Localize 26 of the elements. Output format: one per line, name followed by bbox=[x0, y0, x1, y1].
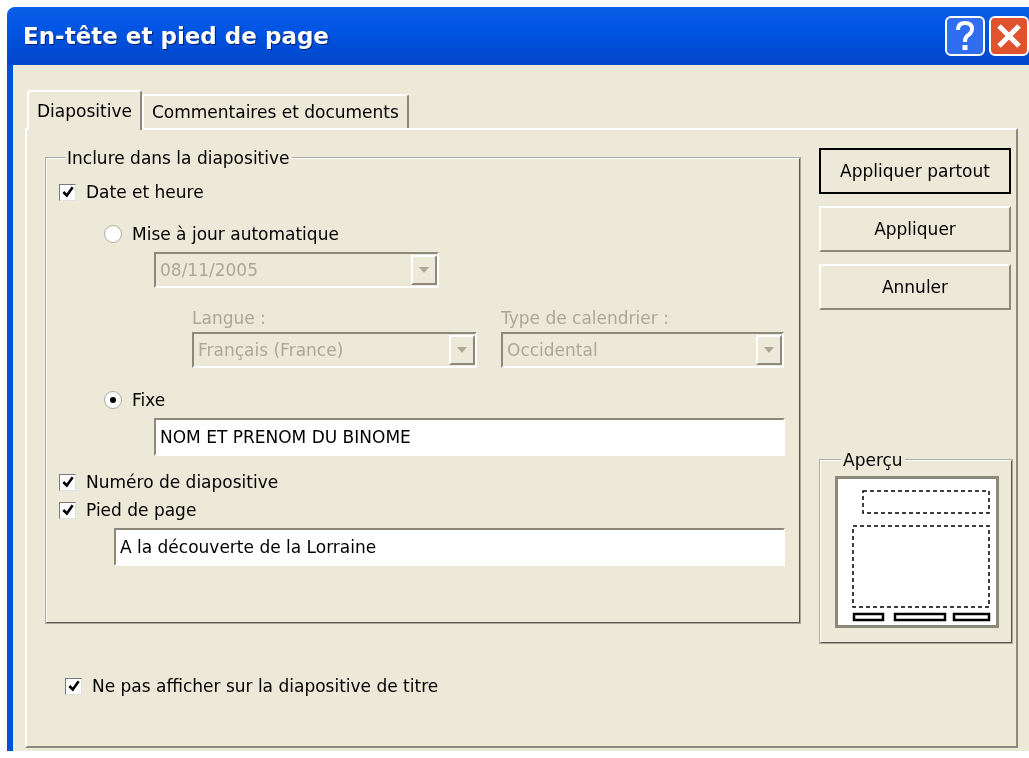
tab[interactable]: Diapositive bbox=[27, 90, 142, 130]
close-icon[interactable] bbox=[989, 16, 1029, 56]
checkbox-label: Ne pas afficher sur la diapositive de titre bbox=[92, 676, 439, 696]
radio-label: Fixe bbox=[132, 390, 166, 410]
checkbox[interactable] bbox=[65, 677, 82, 695]
checkbox-label: Pied de page bbox=[86, 500, 197, 520]
group-title: Inclure dans la diapositive bbox=[66, 148, 291, 168]
tab[interactable]: Commentaires et documents bbox=[141, 94, 409, 128]
dialog-button[interactable]: Annuler bbox=[819, 264, 1011, 310]
help-icon[interactable] bbox=[945, 16, 985, 56]
dialog-button[interactable]: Appliquer partout bbox=[819, 148, 1011, 194]
checkbox[interactable] bbox=[59, 473, 76, 491]
preview-title: Aperçu bbox=[842, 450, 904, 470]
radio-button[interactable] bbox=[104, 391, 122, 409]
calendar-type-label: Type de calendrier : bbox=[501, 308, 670, 328]
input-field[interactable]: A la découverte de la Lorraine bbox=[114, 528, 785, 566]
language-label: Langue : bbox=[192, 308, 267, 328]
checkbox[interactable] bbox=[59, 183, 76, 201]
radio-button[interactable] bbox=[104, 225, 122, 243]
checkbox[interactable] bbox=[59, 501, 76, 519]
radio-label: Mise à jour automatique bbox=[132, 224, 339, 244]
input-field[interactable]: NOM ET PRENOM DU BINOME bbox=[154, 418, 785, 456]
checkbox-label: Numéro de diapositive bbox=[86, 472, 279, 492]
window-title: En-tête et pied de page bbox=[23, 23, 329, 49]
dialog-button[interactable]: Appliquer bbox=[819, 206, 1011, 252]
checkbox-label: Date et heure bbox=[86, 182, 204, 202]
